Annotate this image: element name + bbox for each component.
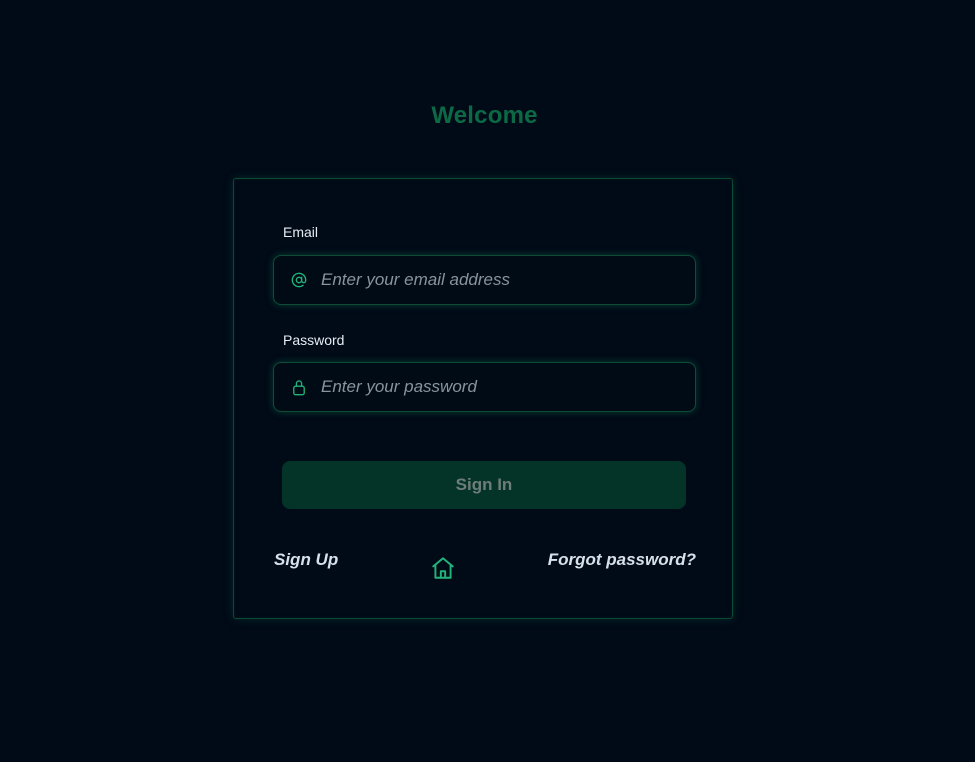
email-label: Email bbox=[283, 224, 319, 240]
home-icon[interactable] bbox=[430, 555, 456, 581]
password-input[interactable] bbox=[321, 377, 695, 397]
email-input[interactable] bbox=[321, 270, 695, 290]
at-icon bbox=[291, 272, 307, 288]
sign-in-button[interactable]: Sign In bbox=[282, 461, 686, 509]
login-card: Email Password Sign In Sign Up bbox=[233, 178, 733, 619]
login-page: Welcome Email Password Sign In Sign bbox=[0, 0, 975, 762]
lock-icon bbox=[291, 379, 307, 395]
page-title: Welcome bbox=[431, 102, 538, 129]
password-label: Password bbox=[283, 332, 345, 348]
password-field-wrapper bbox=[273, 362, 696, 412]
email-field-wrapper bbox=[273, 255, 696, 305]
sign-up-link[interactable]: Sign Up bbox=[274, 550, 338, 570]
forgot-password-link[interactable]: Forgot password? bbox=[548, 550, 696, 570]
